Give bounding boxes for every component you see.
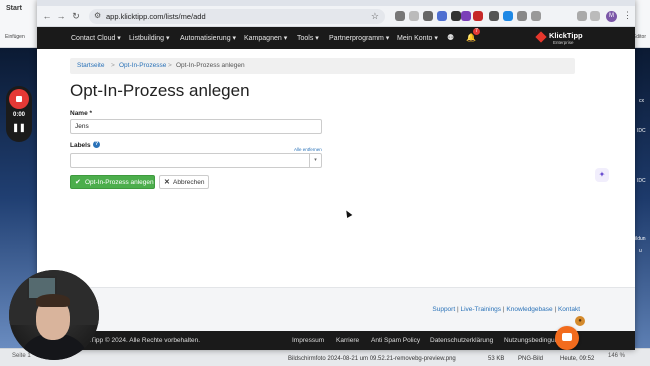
footer-link-kontakt[interactable]: Kontakt — [558, 306, 580, 313]
footer-link-live-trainings[interactable]: Live-Trainings — [460, 306, 501, 313]
close-icon: ✕ — [164, 179, 170, 186]
cookie-icon[interactable]: ● — [575, 316, 585, 326]
footer-link-knowledgebase[interactable]: Knowledgebase — [506, 306, 552, 313]
stop-icon — [16, 96, 22, 102]
copyright-text: KlickTipp © 2024. Alle Rechte vorbehalte… — [77, 337, 201, 344]
help-icon[interactable]: ? — [93, 141, 100, 148]
klicktipp-logo[interactable]: KlickTipp Enterprise — [535, 31, 583, 46]
desk-label: ildun — [635, 236, 646, 242]
breadcrumb-separator: > — [168, 62, 172, 69]
extension-icon[interactable] — [395, 11, 405, 21]
extension-icon[interactable] — [461, 11, 471, 21]
download-icon[interactable] — [577, 11, 587, 21]
screen-recorder-widget: 0:00 ❚❚ — [6, 86, 32, 142]
create-opt-in-button[interactable]: ✔ Opt-In-Prozess anlegen — [70, 175, 155, 189]
site-info-icon[interactable]: ⚙ — [94, 11, 101, 20]
extension-icon[interactable] — [437, 11, 447, 21]
remove-all-link[interactable]: Alle entfernen — [294, 147, 322, 152]
desk-label: IDC — [637, 128, 646, 134]
nav-kampagnen[interactable]: Kampagnen ▾ — [244, 34, 287, 42]
nav-listbuilding[interactable]: Listbuilding ▾ — [129, 34, 169, 42]
labels-select[interactable]: ▾ — [70, 153, 322, 168]
nav-partnerprogramm[interactable]: Partnerprogramm ▾ — [329, 34, 389, 42]
stop-recording-button[interactable] — [9, 89, 29, 109]
nav-tools[interactable]: Tools ▾ — [297, 34, 319, 42]
finder-file-size: 53 KB — [488, 356, 505, 362]
support-icon[interactable]: ⚉ — [447, 33, 454, 42]
page-title: Opt-In-Prozess anlegen — [70, 81, 250, 100]
desk-label: u — [639, 248, 642, 254]
extension-icon[interactable] — [451, 11, 461, 21]
breadcrumb-current: Opt-In-Prozess anlegen — [176, 62, 245, 69]
breadcrumb-separator: > — [111, 62, 115, 69]
footer-link-support[interactable]: Support — [432, 306, 455, 313]
footer-links-area: Support | Live-Trainings | Knowledgebase… — [37, 287, 635, 331]
address-bar[interactable]: ⚙ app.klicktipp.com/lists/me/add ☆ — [89, 9, 385, 24]
footer-links: Support | Live-Trainings | Knowledgebase… — [432, 306, 580, 313]
footer-datenschutz[interactable]: Datenschutzerklärung — [430, 337, 493, 344]
finder-file-name: Bildschirmfoto 2024-08-21 um 09.52.21-re… — [288, 356, 456, 362]
browser-menu-icon[interactable]: ⋮ — [623, 10, 632, 21]
desk-label: IDC — [637, 178, 646, 184]
nav-automatisierung[interactable]: Automatisierung ▾ — [180, 34, 236, 42]
extension-icon[interactable] — [423, 11, 433, 21]
nav-mein-konto[interactable]: Mein Konto ▾ — [397, 34, 438, 42]
extension-icon[interactable] — [409, 11, 419, 21]
ai-sparkle-icon[interactable]: ✦ — [595, 168, 609, 182]
chevron-down-icon[interactable]: ▾ — [309, 154, 321, 167]
extension-icon[interactable] — [489, 11, 499, 21]
finder-file-kind: PNG-Bild — [518, 356, 544, 362]
extension-icon[interactable] — [517, 11, 527, 21]
extension-icon[interactable] — [503, 11, 513, 21]
footer-impressum[interactable]: Impressum — [292, 337, 324, 344]
cancel-button[interactable]: ✕ Abbrechen — [159, 175, 209, 189]
logo-mark-icon — [535, 31, 547, 43]
browser-toolbar: ← → ↻ ⚙ app.klicktipp.com/lists/me/add ☆… — [37, 6, 635, 27]
background-tab-start[interactable]: Start — [6, 5, 22, 12]
sidebar-icon[interactable] — [590, 11, 600, 21]
back-icon[interactable]: ← — [41, 10, 53, 22]
name-input[interactable]: Jens — [70, 119, 322, 134]
extension-icon[interactable] — [473, 11, 483, 21]
site-navigation: Contact Cloud ▾ Listbuilding ▾ Automatis… — [37, 27, 635, 49]
breadcrumb: Startseite > Opt-In-Prozesse > Opt-In-Pr… — [70, 58, 575, 74]
breadcrumb-opt-in-prozesse[interactable]: Opt-In-Prozesse — [119, 62, 166, 69]
desk-label: cx — [639, 98, 644, 104]
status-zoom: 146 % — [608, 353, 626, 359]
mouse-cursor — [343, 208, 353, 219]
reload-icon[interactable]: ↻ — [70, 10, 82, 22]
profile-avatar[interactable]: M — [606, 11, 617, 22]
finder-file-date: Heute, 09:52 — [560, 356, 595, 362]
background-paste-label[interactable]: Einfügen — [5, 34, 25, 40]
nav-contact-cloud[interactable]: Contact Cloud ▾ — [71, 34, 121, 42]
recording-time: 0:00 — [12, 112, 25, 118]
pause-icon[interactable]: ❚❚ — [6, 123, 32, 132]
browser-window: ← → ↻ ⚙ app.klicktipp.com/lists/me/add ☆… — [37, 0, 635, 350]
checkmark-icon: ✔ — [75, 179, 81, 186]
footer-karriere[interactable]: Karriere — [336, 337, 359, 344]
bookmark-star-icon[interactable]: ☆ — [371, 11, 379, 22]
notification-badge: 7 — [473, 28, 480, 35]
forward-icon[interactable]: → — [55, 10, 67, 22]
footer-bottom: KlickTipp © 2024. Alle Rechte vorbehalte… — [37, 331, 635, 350]
labels-label: Labels — [70, 142, 91, 149]
name-label: Name * — [70, 110, 93, 117]
url-text: app.klicktipp.com/lists/me/add — [106, 12, 206, 21]
footer-anti-spam[interactable]: Anti Spam Policy — [371, 337, 420, 344]
chat-button[interactable] — [555, 326, 579, 350]
breadcrumb-home[interactable]: Startseite — [77, 62, 104, 69]
webcam-bubble[interactable] — [9, 270, 99, 360]
chat-bubble-icon — [562, 333, 572, 341]
extensions-puzzle-icon[interactable] — [531, 11, 541, 21]
